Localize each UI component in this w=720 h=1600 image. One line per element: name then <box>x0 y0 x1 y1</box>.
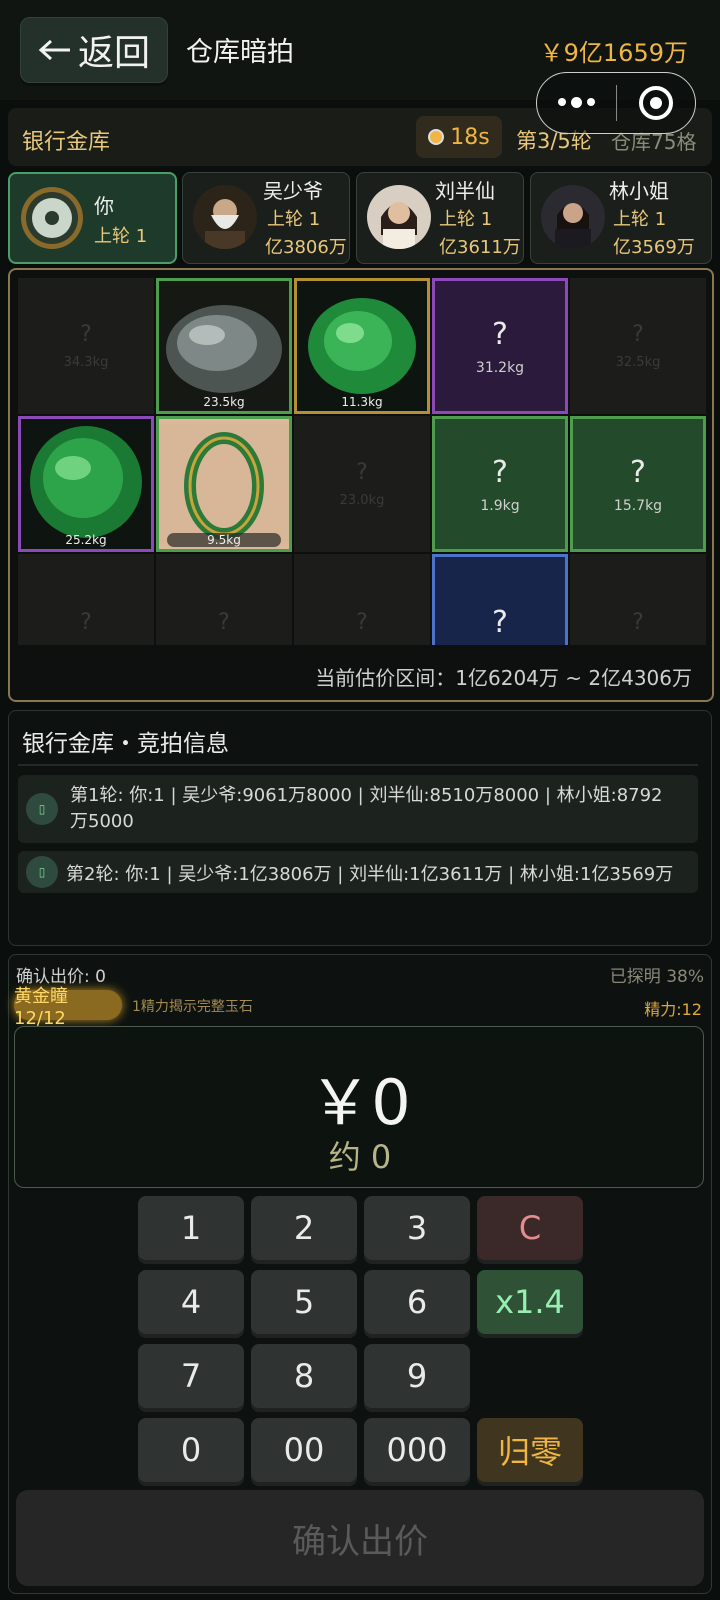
key-0[interactable]: 0 <box>138 1418 244 1482</box>
player-name: 你 <box>94 194 114 218</box>
player-bid: 亿3806万 <box>265 237 347 258</box>
grid-cell-green[interactable]: ? 15.7kg <box>570 416 706 552</box>
grid-cell-hidden[interactable]: ? <box>156 554 292 645</box>
bid-history-row: ▯ 第1轮: 你:1 | 吴少爷:9061万8000 | 刘半仙:8510万80… <box>18 775 698 843</box>
key-00[interactable]: 00 <box>251 1418 357 1482</box>
bid-history-text: 第2轮: 你:1 | 吴少爷:1亿3806万 | 刘半仙:1亿3611万 | 林… <box>66 864 674 885</box>
key-7[interactable]: 7 <box>138 1344 244 1408</box>
grid-cell-green-disc[interactable]: 25.2kg <box>18 416 154 552</box>
player-name: 吴少爷 <box>263 179 323 203</box>
player-bid: 亿3611万 <box>439 237 521 258</box>
gray-jade-stone-image <box>166 305 282 393</box>
confirm-bid-button[interactable]: 确认出价 <box>16 1490 704 1586</box>
player-card-liu: 刘半仙 上轮 1 亿3611万 <box>356 172 524 264</box>
warehouse-grid[interactable]: ? 34.3kg 23.5kg 11.3kg ? 31.2kg ? 32.5kg <box>18 278 708 645</box>
player-card-you: 你 上轮 1 <box>8 172 177 264</box>
bid-info-title: 银行金库・竞拍信息 <box>22 731 229 757</box>
grid-cell-hidden[interactable]: ? <box>18 554 154 645</box>
grid-cell-hidden[interactable]: ? <box>294 554 430 645</box>
close-miniprogram-icon[interactable] <box>617 86 696 120</box>
grid-cell-hidden[interactable]: ? 34.3kg <box>18 278 154 414</box>
jade-icon: ▯ <box>26 793 58 825</box>
player-name: 刘半仙 <box>435 179 495 203</box>
golden-eye-description: 1精力揭示完整玉石 <box>132 999 253 1015</box>
grid-cell-blue[interactable]: ? <box>432 554 568 645</box>
key-9[interactable]: 9 <box>364 1344 470 1408</box>
player-last-round: 上轮 1 <box>267 209 321 230</box>
green-jade-disc-image <box>30 426 142 538</box>
jade-disc-avatar <box>20 186 84 250</box>
reset-key[interactable]: 归零 <box>477 1418 583 1482</box>
bid-history-text-cont: 万5000 <box>70 811 134 832</box>
grid-cell-hidden[interactable]: ? 32.5kg <box>570 278 706 414</box>
bid-amount: ￥0 <box>309 1066 411 1139</box>
key-2[interactable]: 2 <box>251 1196 357 1260</box>
miniprogram-capsule <box>536 72 696 134</box>
key-1[interactable]: 1 <box>138 1196 244 1260</box>
explored-percent: 已探明 38% <box>609 967 704 987</box>
countdown-timer: 18s <box>416 116 502 158</box>
balance-amount: ￥9亿1659万 <box>539 39 688 67</box>
jade-icon: ▯ <box>26 856 58 888</box>
grid-cell-gray-jade[interactable]: 23.5kg <box>156 278 292 414</box>
green-jade-stone-image <box>308 298 416 394</box>
player-avatar <box>367 185 431 249</box>
grid-cell-green-jade[interactable]: 11.3kg <box>294 278 430 414</box>
grid-cell-bangle[interactable]: 9.5kg <box>156 416 292 552</box>
bid-history-row: ▯ 第2轮: 你:1 | 吴少爷:1亿3806万 | 刘半仙:1亿3611万 |… <box>18 851 698 893</box>
grid-cell-hidden[interactable]: ? <box>570 554 706 645</box>
more-menu-icon[interactable] <box>537 97 616 108</box>
key-8[interactable]: 8 <box>251 1344 357 1408</box>
back-label: 返回 <box>77 33 150 74</box>
multiply-key[interactable]: x1.4 <box>477 1270 583 1334</box>
grid-cell-green[interactable]: ? 1.9kg <box>432 416 568 552</box>
player-card-wu: 吴少爷 上轮 1 亿3806万 <box>182 172 350 264</box>
clear-key[interactable]: C <box>477 1196 583 1260</box>
grid-cell-purple[interactable]: ? 31.2kg <box>432 278 568 414</box>
player-name: 林小姐 <box>609 179 669 203</box>
energy-count: 精力:12 <box>644 1000 702 1019</box>
stopwatch-icon <box>428 129 445 145</box>
player-bid: 亿3569万 <box>613 237 695 258</box>
player-avatar <box>541 185 605 249</box>
jade-bangle-image <box>159 424 289 544</box>
arrow-left-icon <box>38 39 70 61</box>
bid-approx: 约 0 <box>328 1138 392 1176</box>
key-000[interactable]: 000 <box>364 1418 470 1482</box>
divider <box>18 764 698 766</box>
player-last-round: 上轮 1 <box>439 209 493 230</box>
golden-eye-button[interactable]: 黄金瞳 12/12 <box>14 986 122 1029</box>
estimate-range: 当前估价区间：1亿6204万 ~ 2亿4306万 <box>315 666 692 690</box>
key-3[interactable]: 3 <box>364 1196 470 1260</box>
back-button[interactable]: 返回 <box>20 17 168 83</box>
key-6[interactable]: 6 <box>364 1270 470 1334</box>
player-card-lin: 林小姐 上轮 1 亿3569万 <box>530 172 712 264</box>
page-title: 仓库暗拍 <box>186 37 294 68</box>
key-5[interactable]: 5 <box>251 1270 357 1334</box>
player-avatar <box>193 185 257 249</box>
vault-name: 银行金库 <box>22 130 111 155</box>
player-last-round: 上轮 1 <box>94 226 148 247</box>
player-last-round: 上轮 1 <box>613 209 667 230</box>
key-4[interactable]: 4 <box>138 1270 244 1334</box>
timer-value: 18s <box>450 124 490 150</box>
bid-history-text: 第1轮: 你:1 | 吴少爷:9061万8000 | 刘半仙:8510万8000… <box>70 785 663 806</box>
grid-cell-hidden[interactable]: ? 23.0kg <box>294 416 430 552</box>
